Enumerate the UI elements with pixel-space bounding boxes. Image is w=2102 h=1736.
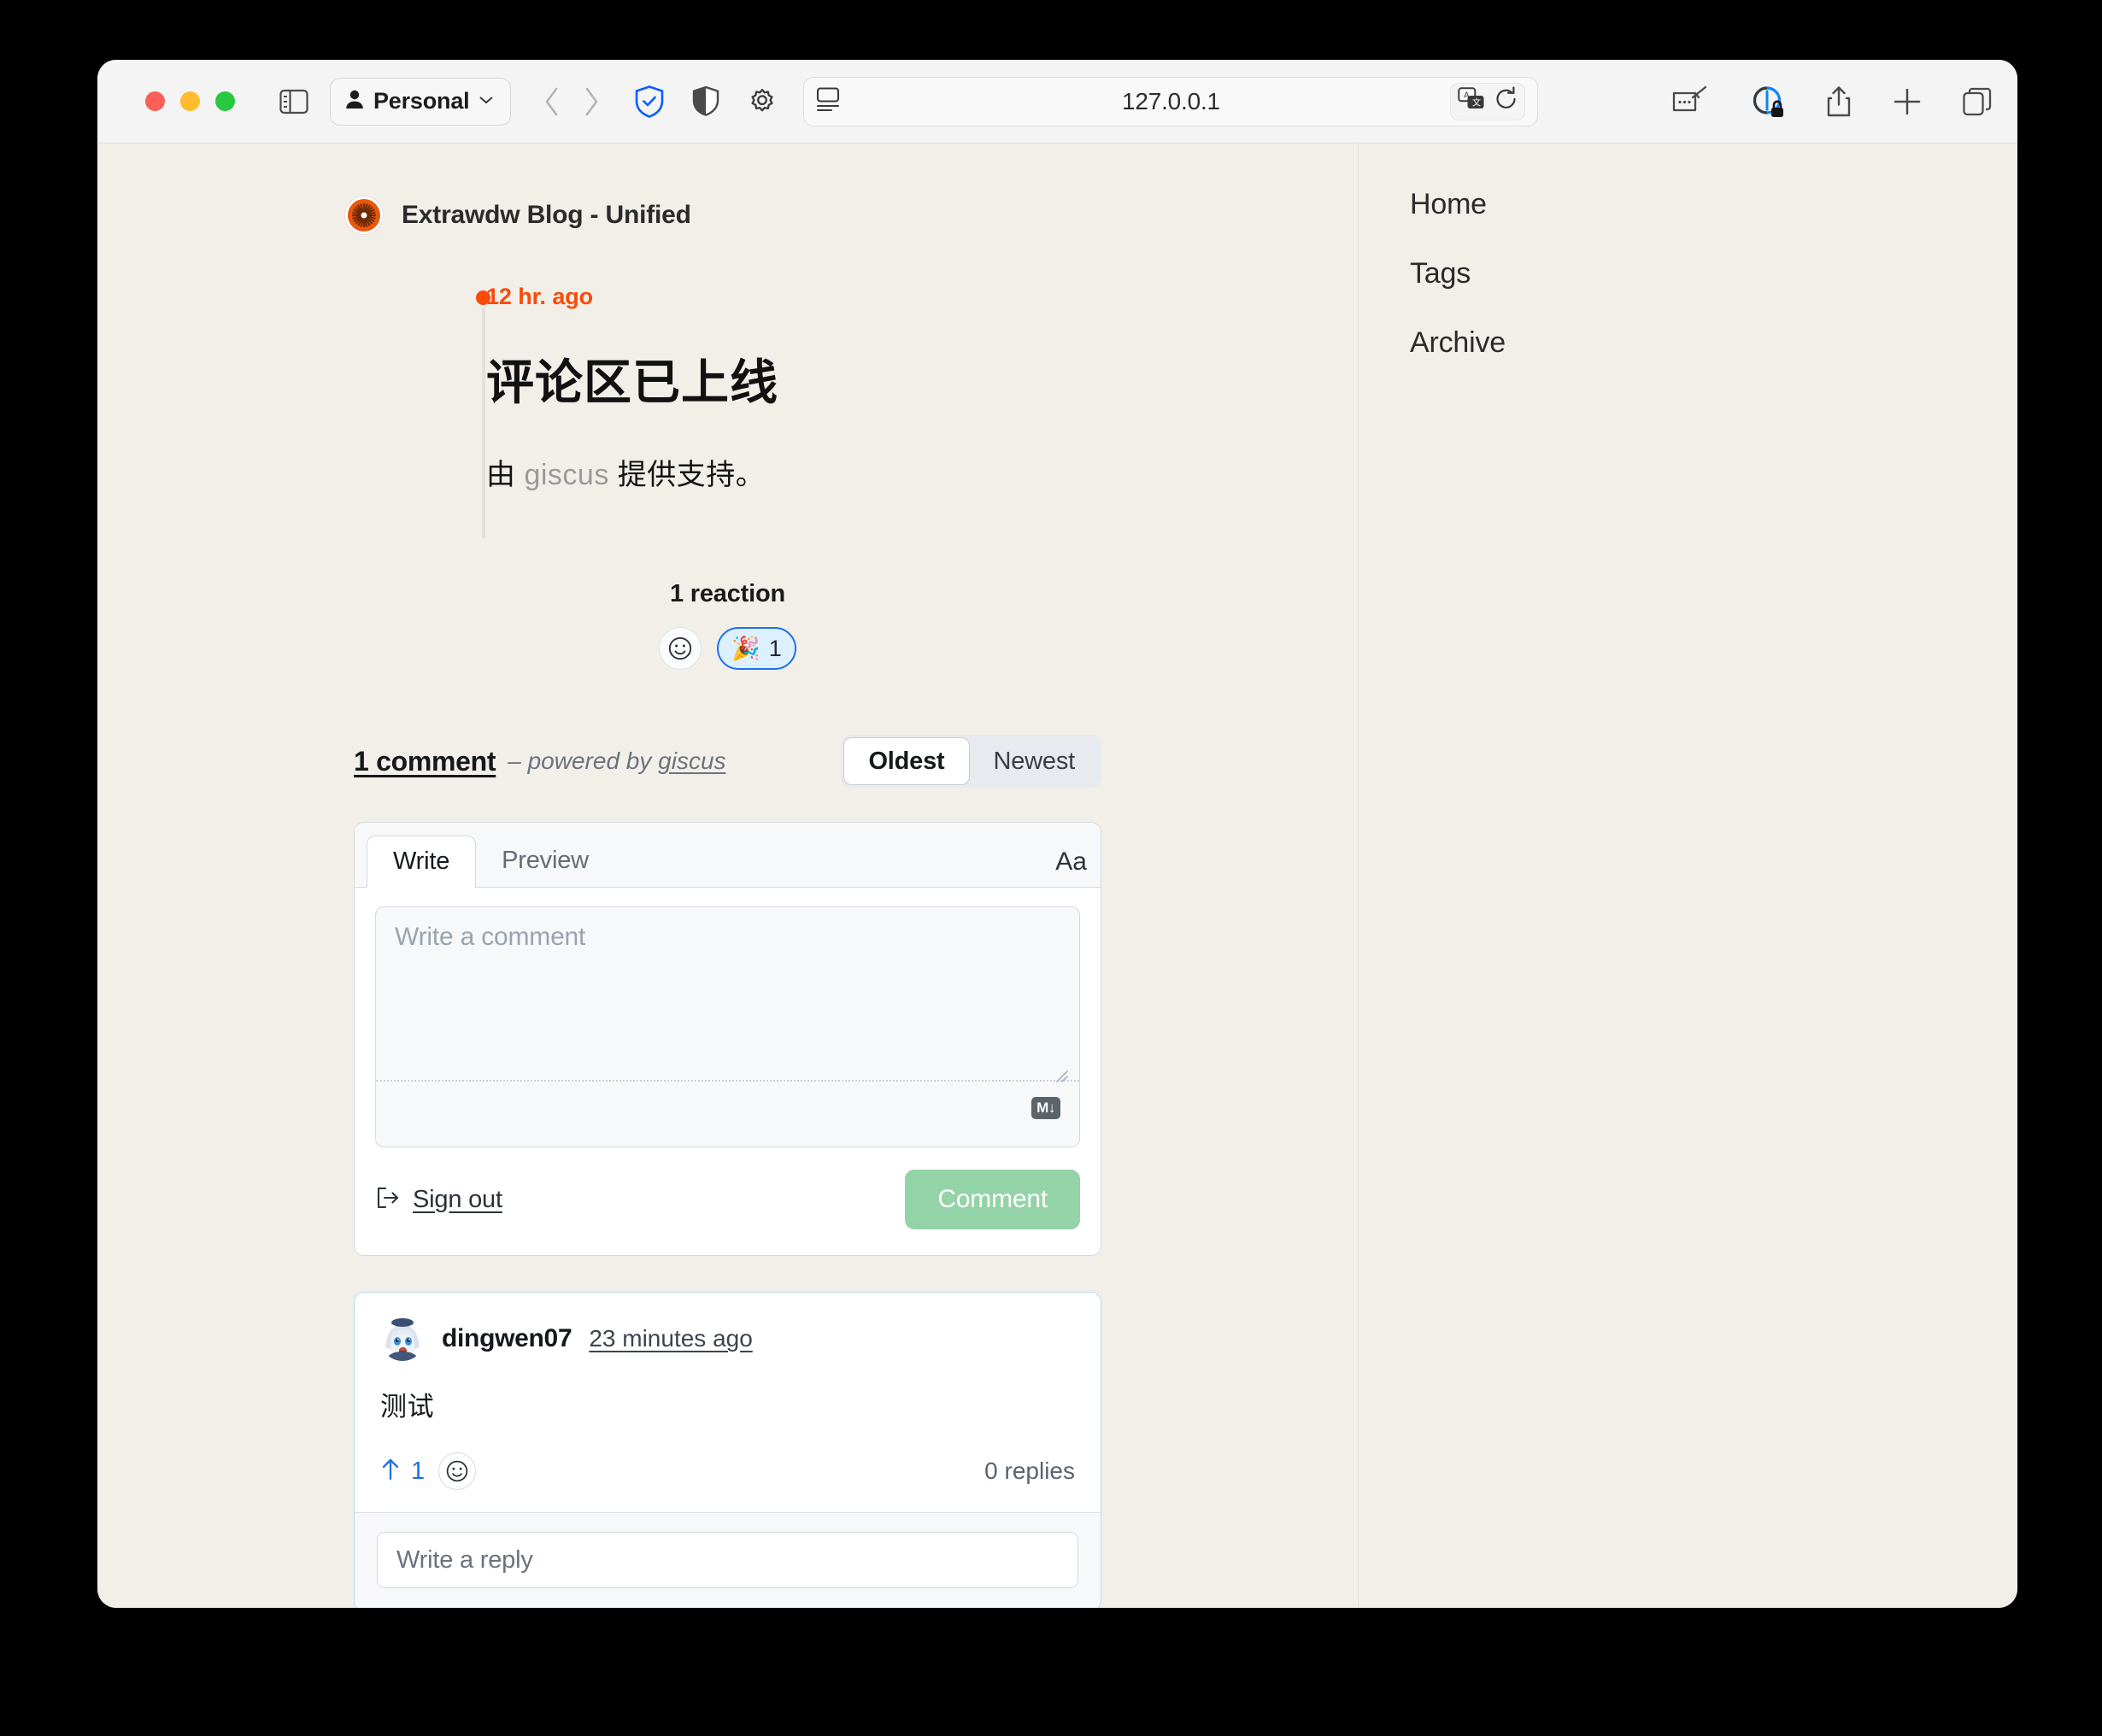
timeline-dot-icon	[476, 290, 490, 305]
reply-input[interactable]: Write a reply	[377, 1532, 1078, 1588]
blog-post: 12 hr. ago 评论区已上线 由 giscus 提供支持。	[97, 284, 1358, 538]
timeline-line	[482, 308, 485, 538]
post-timestamp: 12 hr. ago	[486, 284, 594, 309]
sidebar-toggle-icon[interactable]	[279, 89, 308, 114]
markdown-badge-icon[interactable]: M↓	[1031, 1097, 1060, 1119]
browser-toolbar: Personal 127.0.0.1 A 文	[97, 60, 2017, 144]
comment-main: dingwen07 23 minutes ago 测试 1 0 replies	[355, 1293, 1101, 1512]
main-content-column: Extrawdw Blog - Unified 12 hr. ago 评论区已上…	[97, 144, 1359, 1608]
powered-dash: –	[508, 748, 528, 774]
comment-author[interactable]: dingwen07	[442, 1324, 572, 1353]
post-body-link[interactable]: giscus	[524, 459, 608, 491]
post-body-prefix: 由	[486, 459, 525, 491]
reaction-count: 1	[768, 635, 782, 661]
composer-footer-row: M↓	[395, 1082, 1060, 1135]
reactions-title: 1 reaction	[670, 580, 785, 607]
font-size-button[interactable]: Aa	[1055, 847, 1087, 877]
comments-count-link[interactable]: 1 comment	[354, 746, 496, 777]
composer-tabs: Write Preview Aa	[355, 823, 1101, 889]
address-bar[interactable]: 127.0.0.1 A 文	[803, 76, 1539, 126]
add-reaction-button[interactable]	[659, 627, 702, 670]
sign-out-button[interactable]: Sign out	[375, 1185, 502, 1215]
blog-avatar	[345, 196, 383, 234]
tab-overview-icon[interactable]	[1963, 87, 1993, 116]
reply-zone: Write a reply	[355, 1512, 1101, 1608]
replies-count: 0 replies	[984, 1457, 1075, 1484]
minimize-window-button[interactable]	[180, 91, 200, 111]
avatar	[380, 1317, 425, 1361]
powered-by-text: – powered by giscus	[508, 748, 725, 775]
forward-arrow-icon[interactable]	[583, 87, 600, 116]
sidebar-item-tags[interactable]: Tags	[1410, 257, 2017, 290]
sign-out-label: Sign out	[413, 1185, 502, 1213]
giscus-link[interactable]: giscus	[658, 748, 725, 774]
navigation-arrows	[543, 87, 600, 116]
browser-window: Personal 127.0.0.1 A 文 Extrawdw Blog - U…	[97, 60, 2017, 1608]
person-icon	[345, 89, 364, 114]
share-icon[interactable]	[1826, 85, 1852, 118]
sidebar-item-home[interactable]: Home	[1410, 188, 2017, 221]
profile-switcher-button[interactable]: Personal	[330, 77, 512, 126]
address-bar-url: 127.0.0.1	[1121, 87, 1220, 114]
powered-label: powered by	[527, 748, 659, 774]
up-arrow-icon	[380, 1457, 401, 1486]
reply-input-placeholder: Write a reply	[396, 1545, 533, 1574]
chevron-down-icon	[479, 94, 494, 109]
upvote-count: 1	[411, 1457, 426, 1485]
comment-header: dingwen07 23 minutes ago	[380, 1317, 1075, 1361]
privacy-report-lock-icon[interactable]	[1751, 85, 1785, 119]
composer-body: Write a comment M↓	[355, 888, 1101, 1147]
privacy-shield-icon[interactable]	[692, 85, 719, 118]
shield-check-icon[interactable]	[634, 85, 665, 119]
maximize-window-button[interactable]	[215, 91, 235, 111]
blog-header: Extrawdw Blog - Unified	[97, 144, 1358, 234]
tab-write[interactable]: Write	[367, 835, 477, 889]
comment-composer: Write Preview Aa Write a comment M↓ Sign…	[354, 822, 1101, 1256]
page-body: Extrawdw Blog - Unified 12 hr. ago 评论区已上…	[97, 144, 2017, 1608]
new-tab-plus-icon[interactable]	[1893, 87, 1922, 116]
submit-comment-button[interactable]: Comment	[905, 1170, 1080, 1229]
sign-out-icon	[375, 1185, 401, 1215]
sort-newest-button[interactable]: Newest	[970, 737, 1100, 785]
translate-icon[interactable]: A 文	[1458, 87, 1485, 115]
address-bar-actions: A 文	[1450, 82, 1526, 120]
reload-icon[interactable]	[1495, 86, 1518, 116]
comment-actions: 1 0 replies	[380, 1452, 1075, 1490]
extension-icon[interactable]	[1672, 85, 1710, 117]
composer-actions: Sign out Comment	[355, 1147, 1101, 1255]
post-title: 评论区已上线	[486, 355, 778, 409]
resize-grip-icon[interactable]	[1054, 1068, 1069, 1087]
comment-card: dingwen07 23 minutes ago 测试 1 0 replies …	[354, 1292, 1101, 1608]
sidebar-item-archive[interactable]: Archive	[1410, 326, 2017, 360]
comment-textarea-space	[395, 952, 1060, 1071]
comment-textarea-placeholder: Write a comment	[395, 923, 586, 951]
svg-text:文: 文	[1472, 97, 1481, 108]
reactions-row: 🎉 1	[97, 627, 1358, 670]
reaction-party-popper-button[interactable]: 🎉 1	[717, 627, 796, 670]
post-body-suffix: 提供支持。	[608, 459, 766, 491]
comment-timestamp[interactable]: 23 minutes ago	[589, 1325, 752, 1352]
upvote-button[interactable]: 1	[380, 1457, 425, 1486]
party-popper-icon: 🎉	[731, 635, 760, 661]
tab-preview[interactable]: Preview	[476, 834, 614, 887]
window-controls	[145, 91, 235, 111]
back-arrow-icon[interactable]	[543, 87, 561, 116]
site-nav-sidebar: Home Tags Archive	[1359, 144, 2017, 1608]
comments-header: 1 comment – powered by giscus Oldest New…	[354, 735, 1101, 788]
toolbar-right-actions	[1655, 85, 1993, 119]
comment-textarea[interactable]: Write a comment M↓	[375, 906, 1080, 1147]
sort-toggle-group: Oldest Newest	[841, 735, 1101, 788]
comment-body: 测试	[380, 1392, 435, 1422]
profile-name: Personal	[373, 88, 470, 114]
gear-icon[interactable]	[747, 86, 778, 117]
add-comment-reaction-button[interactable]	[438, 1452, 477, 1490]
post-body: 由 giscus 提供支持。	[486, 451, 1358, 493]
sort-oldest-button[interactable]: Oldest	[843, 737, 970, 785]
reactions-section: 1 reaction 🎉 1	[97, 580, 1358, 670]
close-window-button[interactable]	[145, 91, 165, 111]
blog-title: Extrawdw Blog - Unified	[402, 201, 691, 229]
